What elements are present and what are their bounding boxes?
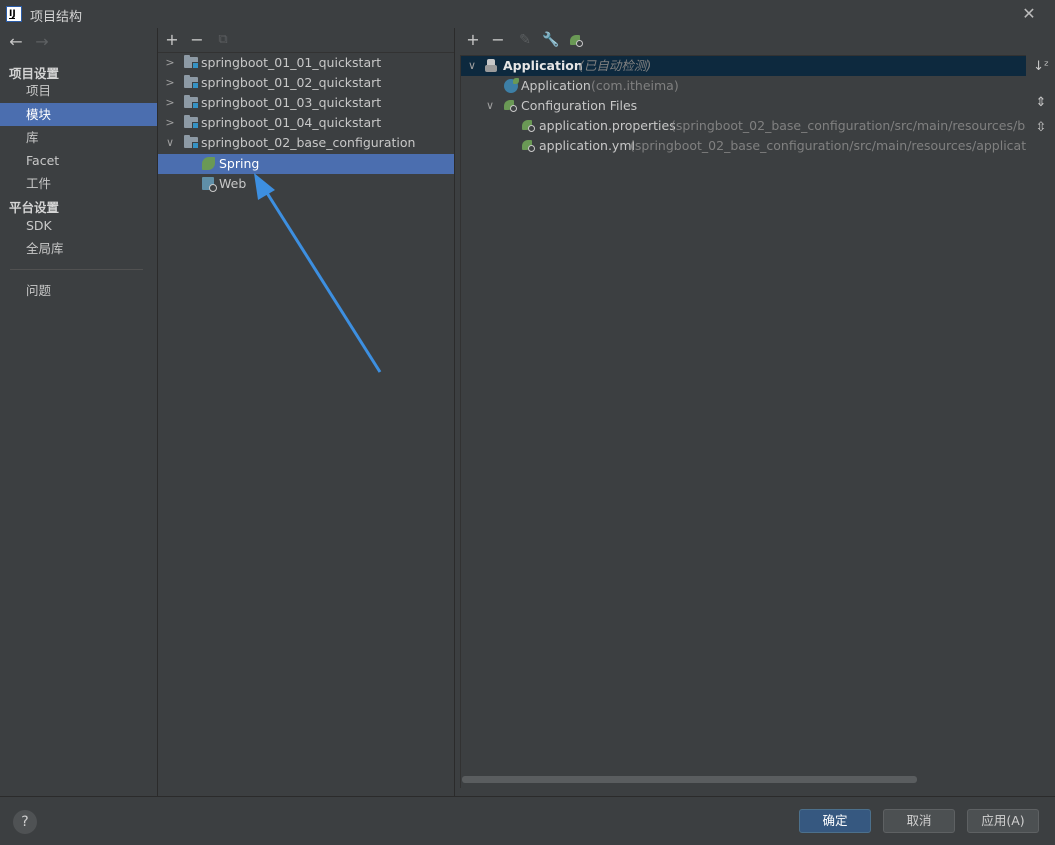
module-row[interactable]: ∨ springboot_02_base_configuration: [158, 133, 454, 153]
nav-item-global-libraries[interactable]: 全局库: [0, 237, 157, 260]
nav-item-artifacts[interactable]: 工件: [0, 172, 157, 195]
config-files-row[interactable]: ∨ Configuration Files: [461, 96, 1026, 116]
context-root-row[interactable]: ∨ Application (已自动检测): [461, 56, 1026, 76]
apply-button[interactable]: 应用(A): [967, 809, 1039, 833]
config-file-name: application.yml: [539, 138, 635, 153]
window-title: 项目结构: [30, 10, 83, 25]
collapse-all-icon[interactable]: ⇳: [1031, 118, 1051, 138]
title-bar: IJ 项目结构 ✕: [0, 0, 1055, 28]
config-file-path: (springboot_02_base_configuration/src/ma…: [630, 138, 1026, 153]
chevron-down-icon[interactable]: ∨: [466, 56, 478, 76]
intellij-logo-icon: IJ: [6, 6, 22, 22]
auto-detected-note: (已自动检测): [579, 58, 652, 73]
web-facet-icon: [202, 177, 217, 192]
expand-all-icon[interactable]: ⇕: [1031, 93, 1051, 113]
facet-tree: ∨ Application (已自动检测) Application (com.i…: [460, 55, 1026, 788]
facet-row-web[interactable]: Web: [158, 174, 454, 194]
copy-icon[interactable]: ⧉: [213, 30, 233, 50]
spring-config-icon[interactable]: [567, 30, 587, 50]
chevron-right-icon[interactable]: >: [164, 53, 176, 73]
spring-facet-panel: + − ✎ 🔧 ∨ Application (已自动检测) Applicatio…: [460, 28, 1055, 796]
module-label: springboot_01_02_quickstart: [201, 75, 382, 90]
help-button[interactable]: ?: [13, 810, 37, 834]
add-icon[interactable]: +: [162, 30, 182, 50]
chevron-down-icon[interactable]: ∨: [484, 96, 496, 116]
chevron-right-icon[interactable]: >: [164, 113, 176, 133]
nav-item-problems[interactable]: 问题: [0, 279, 157, 302]
module-row[interactable]: > springboot_01_04_quickstart: [158, 113, 454, 133]
facet-row-spring[interactable]: Spring: [158, 154, 454, 174]
nav-item-sdk[interactable]: SDK: [0, 214, 157, 237]
facet-label: Spring: [219, 156, 260, 171]
facet-label: Web: [219, 176, 247, 191]
app-class-label: Application: [521, 78, 591, 93]
spring-leaf-icon: [202, 157, 215, 170]
config-files-icon: [504, 99, 517, 112]
spring-yml-file-icon: [522, 139, 535, 152]
spring-config-glyph: [570, 34, 583, 47]
config-files-label: Configuration Files: [521, 98, 638, 113]
chevron-right-icon[interactable]: >: [164, 73, 176, 93]
module-folder-icon: [184, 55, 199, 69]
module-label: springboot_02_base_configuration: [201, 135, 416, 150]
chevron-right-icon[interactable]: >: [164, 93, 176, 113]
horizontal-scrollbar[interactable]: [462, 776, 917, 783]
app-class-row[interactable]: Application (com.itheima): [461, 76, 1026, 96]
remove-icon[interactable]: −: [488, 30, 508, 50]
module-folder-icon: [184, 115, 199, 129]
dialog-footer: ? 确定 取消 应用(A): [0, 796, 1055, 845]
ok-button[interactable]: 确定: [799, 809, 871, 833]
facet-toolbar: + − ✎ 🔧: [460, 28, 1055, 54]
module-row[interactable]: > springboot_01_02_quickstart: [158, 73, 454, 93]
module-label: springboot_01_04_quickstart: [201, 115, 382, 130]
modules-panel: + − ⧉ > springboot_01_01_quickstart > sp…: [158, 28, 455, 796]
nav-divider: [10, 269, 143, 270]
module-folder-icon: [184, 95, 199, 109]
settings-nav: ← → 项目设置 项目 模块 库 Facet 工件 平台设置 SDK 全局库 问题: [0, 28, 158, 796]
remove-icon[interactable]: −: [187, 30, 207, 50]
context-label: Application: [503, 58, 583, 73]
forward-arrow-icon[interactable]: →: [32, 33, 52, 51]
add-icon[interactable]: +: [463, 30, 483, 50]
nav-item-modules[interactable]: 模块: [0, 103, 157, 126]
logo-text: IJ: [9, 9, 16, 19]
nav-history: ← →: [6, 33, 52, 53]
back-arrow-icon[interactable]: ←: [6, 33, 26, 51]
nav-item-libraries[interactable]: 库: [0, 126, 157, 149]
application-context-icon: [485, 59, 499, 73]
module-row[interactable]: > springboot_01_01_quickstart: [158, 53, 454, 73]
module-row[interactable]: > springboot_01_03_quickstart: [158, 93, 454, 113]
config-file-name: application.properties: [539, 118, 676, 133]
spring-properties-file-icon: [522, 119, 535, 132]
cancel-button[interactable]: 取消: [883, 809, 955, 833]
config-file-row[interactable]: application.properties (springboot_02_ba…: [461, 116, 1026, 136]
app-class-package: (com.itheima): [591, 78, 679, 93]
config-file-row[interactable]: application.yml (springboot_02_base_conf…: [461, 136, 1026, 156]
config-file-path: (springboot_02_base_configuration/src/ma…: [671, 118, 1026, 133]
sort-icon[interactable]: ↓ᶻ: [1031, 57, 1051, 77]
module-folder-icon: [184, 135, 199, 149]
module-label: springboot_01_01_quickstart: [201, 55, 382, 70]
module-folder-icon: [184, 75, 199, 89]
nav-item-facets[interactable]: Facet: [0, 149, 157, 172]
edit-pencil-icon[interactable]: ✎: [515, 30, 535, 50]
modules-toolbar: + − ⧉: [158, 28, 454, 53]
spring-boot-app-icon: [504, 78, 519, 93]
close-icon[interactable]: ✕: [1019, 4, 1039, 24]
module-label: springboot_01_03_quickstart: [201, 95, 382, 110]
chevron-down-icon[interactable]: ∨: [164, 133, 176, 153]
tree-side-toolbar: ↓ᶻ ⇕ ⇳: [1025, 55, 1055, 175]
nav-item-project[interactable]: 项目: [0, 79, 157, 102]
wrench-icon[interactable]: 🔧: [541, 30, 561, 50]
